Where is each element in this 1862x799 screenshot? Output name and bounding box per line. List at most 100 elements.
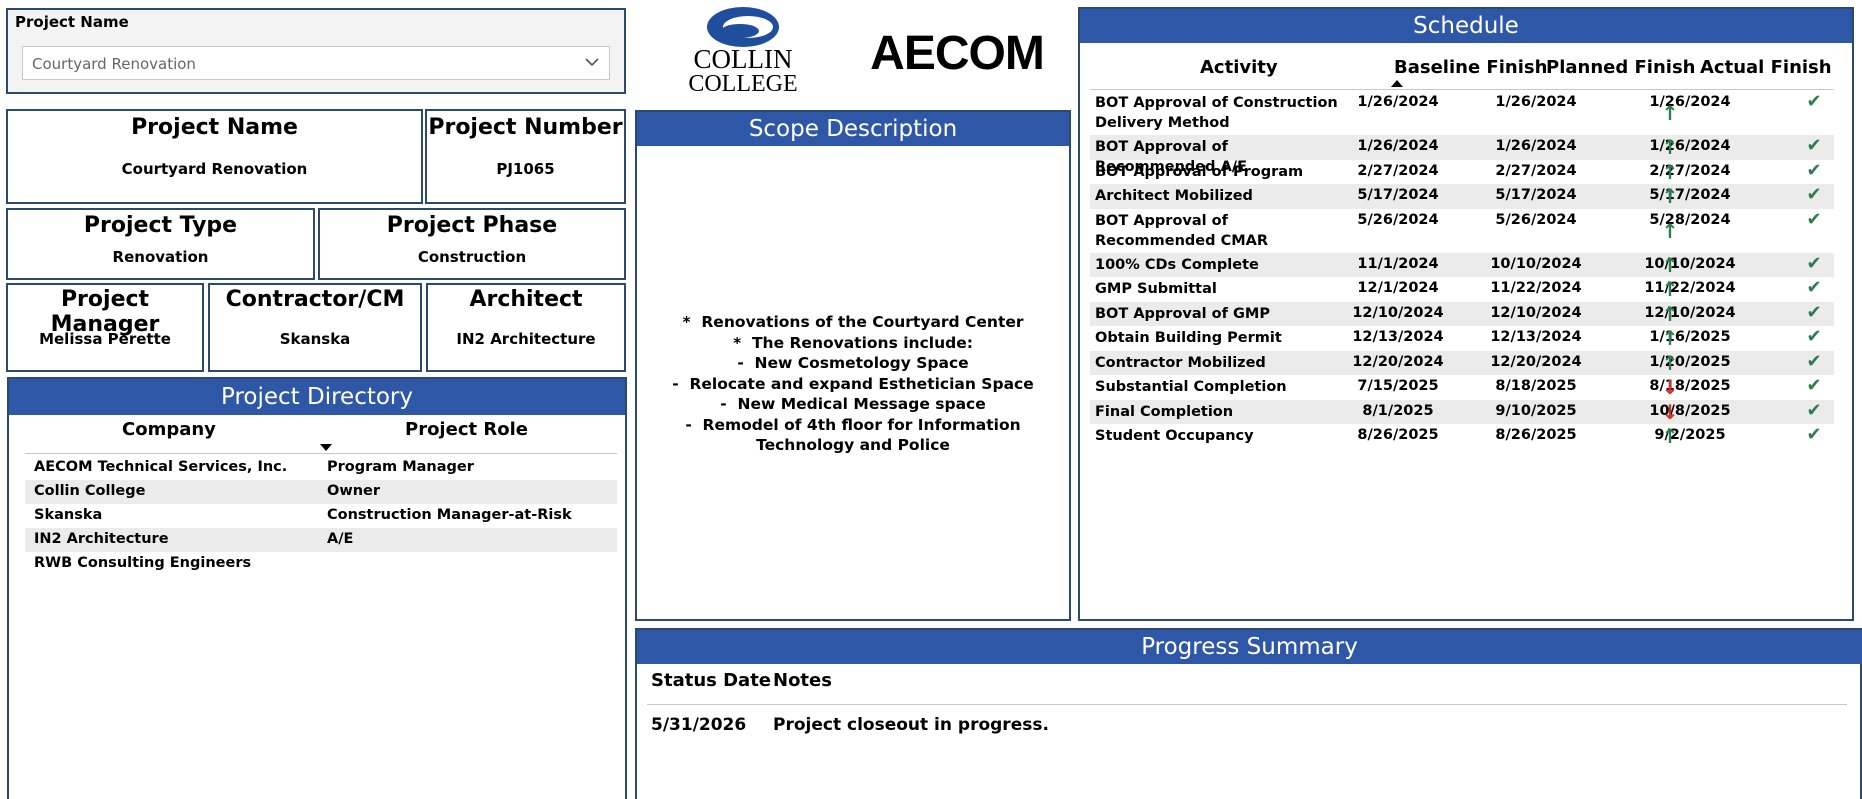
card-value: PJ1065	[496, 160, 555, 178]
checkmark-icon: ✔	[1806, 399, 1822, 421]
planned-finish-cell: 10/10/2024	[1490, 255, 1582, 272]
table-row[interactable]: Student Occupancy 8/26/2025 8/26/2025 9/2/2…	[1090, 424, 1834, 449]
baseline-finish-cell: 8/26/2025	[1357, 427, 1439, 443]
card-title: Architect	[469, 287, 583, 312]
scope-text: * Renovations of the Courtyard Center * …	[672, 313, 1034, 454]
table-row[interactable]: AECOM Technical Services, Inc. Program Ma…	[25, 456, 617, 480]
planned-finish-cell: 1/26/2024	[1495, 94, 1577, 110]
directory-col-company[interactable]: Company	[122, 419, 216, 440]
arrow-up-icon: ↑	[1661, 159, 1679, 184]
actual-finish-cell: 2/27/2024	[1649, 162, 1731, 179]
company-cell: AECOM Technical Services, Inc.	[34, 459, 288, 475]
directory-col-role[interactable]: Project Role	[405, 419, 528, 440]
baseline-finish-cell: 12/20/2024	[1352, 353, 1444, 370]
planned-finish-cell: 1/26/2024	[1495, 138, 1577, 154]
table-row[interactable]: 5/31/2026 Project closeout in progress.	[647, 712, 1847, 740]
card-value: IN2 Architecture	[456, 330, 596, 348]
checkmark-icon: ✔	[1806, 301, 1822, 323]
progress-col-date[interactable]: Status Date	[651, 670, 771, 691]
status-date-cell: 5/31/2026	[651, 715, 747, 735]
baseline-finish-cell: 7/15/2025	[1357, 378, 1439, 394]
baseline-finish-cell: 2/27/2024	[1357, 162, 1439, 179]
checkmark-icon: ✔	[1806, 277, 1822, 298]
project-name-dropdown[interactable]: Courtyard Renovation	[22, 46, 610, 80]
table-row[interactable]: Substantial Completion 7/15/2025 8/18/2025…	[1090, 375, 1834, 400]
actual-finish-cell: 5/17/2024	[1649, 187, 1731, 203]
activity-cell: BOT Approval of Recommended CMAR	[1095, 212, 1269, 249]
table-row[interactable]: GMP Submittal 12/1/2024 11/22/2024 11/22/20…	[1090, 277, 1834, 302]
baseline-finish-cell: 12/1/2024	[1357, 280, 1439, 296]
table-row[interactable]: BOT Approval of Program Manager2/27/2024…	[1090, 159, 1834, 200]
checkmark-icon: ✔	[1806, 208, 1822, 230]
actual-finish-cell: 10/10/2024	[1644, 255, 1736, 272]
dropdown-selected-value: Courtyard Renovation	[32, 55, 196, 73]
chevron-down-icon[interactable]	[581, 51, 603, 73]
table-row[interactable]: 100% CDs Complete 11/1/2024 10/10/2024 10/1…	[1090, 252, 1834, 277]
company-cell: IN2 Architecture	[34, 531, 169, 547]
baseline-finish-cell: 5/17/2024	[1357, 187, 1439, 203]
actual-finish-cell: 10/8/2025	[1649, 402, 1731, 419]
schedule-col-actual[interactable]: Actual Finish	[1700, 57, 1832, 78]
arrow-up-icon: ↑	[1661, 184, 1679, 208]
arrow-up-icon: ↑	[1661, 218, 1679, 243]
project-directory-panel: Project Directory Company Project Role A…	[7, 377, 627, 799]
card-value: Melissa Perette	[39, 330, 171, 348]
schedule-col-baseline[interactable]: Baseline Finish	[1394, 57, 1547, 78]
card-title: Project Name	[131, 115, 298, 140]
table-row[interactable]: RWB Consulting Engineers	[25, 552, 617, 576]
role-cell: Owner	[327, 483, 381, 499]
directory-title: Project Directory	[9, 379, 625, 415]
project-number-card: Project Number PJ1065	[425, 109, 626, 204]
planned-finish-cell: 11/22/2024	[1490, 280, 1582, 296]
schedule-col-planned[interactable]: Planned Finish	[1546, 57, 1695, 78]
table-row[interactable]: Collin College Owner	[25, 480, 617, 504]
sort-descending-icon[interactable]	[319, 442, 333, 452]
project-type-card: Project Type Renovation	[6, 208, 315, 280]
collin-logo-line1: COLLIN	[693, 44, 793, 74]
planned-finish-cell: 12/20/2024	[1490, 353, 1582, 370]
table-row[interactable]: Architect Mobilized 5/17/2024 5/17/2024 5/1…	[1090, 184, 1834, 209]
activity-cell: Student Occupancy	[1095, 428, 1254, 444]
baseline-finish-cell: 12/13/2024	[1352, 329, 1444, 345]
activity-cell: Substantial Completion	[1095, 379, 1287, 395]
activity-cell: Final Completion	[1095, 403, 1234, 420]
architect-card: Architect IN2 Architecture	[426, 283, 626, 372]
table-row[interactable]: BOT Approval of Recommended CMAR 5/26/202…	[1090, 209, 1834, 253]
baseline-finish-cell: 11/1/2024	[1357, 255, 1439, 272]
card-title: Contractor/CM	[225, 287, 405, 312]
checkmark-icon: ✔	[1806, 350, 1822, 372]
table-row[interactable]: Skanska Construction Manager-at-Risk	[25, 504, 617, 528]
checkmark-icon: ✔	[1806, 159, 1822, 181]
progress-header-divider	[647, 704, 1847, 705]
schedule-col-activity[interactable]: Activity	[1200, 57, 1278, 78]
checkmark-icon: ✔	[1806, 424, 1822, 445]
checkmark-icon: ✔	[1806, 184, 1822, 205]
card-value: Skanska	[279, 330, 351, 348]
slicer-title: Project Name	[15, 13, 129, 31]
progress-col-notes[interactable]: Notes	[773, 670, 832, 691]
card-value: Renovation	[112, 248, 209, 266]
arrow-up-icon: ↑	[1661, 252, 1679, 277]
collin-college-logo: COLLIN COLLEGE	[678, 2, 808, 96]
table-row[interactable]: BOT Approval of GMP 12/10/2024 12/10/2024 1…	[1090, 301, 1834, 326]
company-cell: RWB Consulting Engineers	[34, 555, 252, 571]
table-row[interactable]: Contractor Mobilized 12/20/2024 12/20/2024…	[1090, 350, 1834, 375]
arrow-up-icon: ↑	[1661, 101, 1679, 125]
table-row[interactable]: BOT Approval of Recommended A/E 1/26/2024…	[1090, 135, 1834, 175]
progress-summary-panel: Progress Summary Status Date Notes 5/31/…	[635, 628, 1862, 799]
table-row[interactable]: BOT Approval of Construction Delivery Me…	[1090, 91, 1834, 135]
table-row[interactable]: IN2 Architecture A/E	[25, 528, 617, 552]
role-cell: A/E	[327, 531, 354, 547]
project-manager-card: Project Manager Melissa Perette	[6, 283, 204, 372]
activity-cell: 100% CDs Complete	[1095, 256, 1259, 273]
aecom-logo: AECOM	[852, 16, 1062, 90]
checkmark-icon: ✔	[1806, 91, 1822, 112]
sort-ascending-icon[interactable]	[1390, 79, 1404, 89]
checkmark-icon: ✔	[1806, 135, 1822, 156]
arrow-up-icon: ↑	[1661, 326, 1679, 350]
scope-title: Scope Description	[637, 112, 1069, 146]
actual-finish-cell: 1/16/2025	[1649, 329, 1731, 345]
table-row[interactable]: Obtain Building Permit 12/13/2024 12/13/20…	[1090, 326, 1834, 351]
planned-finish-cell: 5/17/2024	[1495, 187, 1577, 203]
table-row[interactable]: Final Completion 8/1/2025 9/10/2025 10/8/20…	[1090, 399, 1834, 424]
